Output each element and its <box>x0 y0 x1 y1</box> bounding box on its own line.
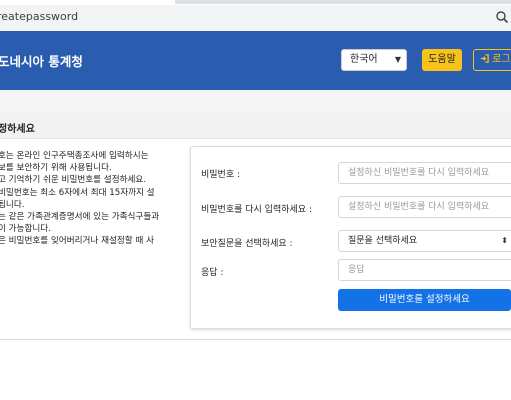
security-question-label: 보안질문을 선택하세요 : <box>201 239 293 249</box>
answer-input[interactable]: 응답 <box>338 259 511 281</box>
info-line: 보를 보안하기 위해 사용됩니다. <box>0 163 112 174</box>
header-band <box>0 90 511 112</box>
section-header: 정하세요 <box>0 112 511 139</box>
confirm-password-input[interactable]: 설정하신 비밀번호를 다시 입력하세요 <box>338 196 511 218</box>
info-text: 호는 온라인 인구주택총조사에 입력하시는 보를 보안하기 위해 사용됩니다. … <box>0 150 159 248</box>
sign-in-icon <box>480 54 489 63</box>
language-select[interactable]: 한국어 ▼ <box>341 49 407 71</box>
info-line: 됩니다. <box>0 199 25 210</box>
chevron-updown-icon: ⬍ <box>501 236 508 245</box>
password-input[interactable]: 설정하신 비밀번호를 다시 입력하세요 <box>338 162 511 184</box>
confirm-password-label: 비밀번호를 다시 입력하세요 : <box>201 205 312 215</box>
password-label: 비밀번호 : <box>201 170 241 180</box>
magnifier-icon[interactable] <box>495 10 509 24</box>
info-line: 은 비밀번호를 잊어버리거나 재설정할 때 사 <box>0 236 154 247</box>
caret-down-icon: ▼ <box>394 55 401 64</box>
site-header: 도네시아 통계청 한국어 ▼ 도움말 로그 <box>0 31 511 90</box>
help-button[interactable]: 도움말 <box>422 49 462 71</box>
section-title: 정하세요 <box>0 124 35 135</box>
info-line: 이 가능합니다. <box>0 224 51 235</box>
info-line: 호는 온라인 인구주택총조사에 입력하시는 <box>0 151 149 161</box>
info-line: 비밀번호는 최소 6자에서 최대 15자까지 설 <box>0 187 155 198</box>
answer-label: 응답 : <box>201 268 224 278</box>
login-button[interactable]: 로그 <box>473 49 511 71</box>
set-password-button[interactable]: 비밀번호를 설정하세요 <box>338 289 511 311</box>
security-question-selected: 질문을 선택하세요 <box>348 236 418 246</box>
language-selected-value: 한국어 <box>350 54 378 65</box>
info-line: 고 기억하기 쉬운 비밀번호를 설정하세요. <box>0 175 147 186</box>
address-bar[interactable]: reatepassword <box>0 5 511 32</box>
address-url[interactable]: reatepassword <box>0 10 78 23</box>
site-title: 도네시아 통계청 <box>0 54 83 69</box>
info-line: 는 같은 가족관계증명서에 있는 가족식구들과 <box>0 212 160 223</box>
tab-shadow <box>175 0 511 4</box>
page-footer-space <box>0 340 511 400</box>
security-question-select[interactable]: 질문을 선택하세요 ⬍ <box>338 230 511 252</box>
login-label: 로그 <box>492 54 511 65</box>
